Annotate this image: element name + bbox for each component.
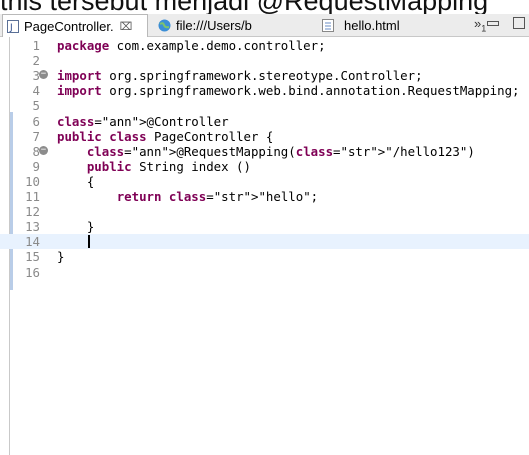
line-number: 3 <box>32 68 40 84</box>
fold-toggle-icon[interactable]: − <box>39 70 48 80</box>
code-line[interactable]: 7 public class PageController { <box>0 129 529 144</box>
code-text: class="ann">@RequestMapping(class="str">… <box>86 143 475 159</box>
line-number: 12 <box>25 204 40 220</box>
code-text: package com.example.demo.controller; <box>57 38 326 53</box>
line-number: 5 <box>32 98 40 114</box>
line-number: 13 <box>25 219 40 235</box>
editor-tab-bar: J PageController. ⌧ file:///Users/b hell… <box>0 14 529 38</box>
tab-label: file:///Users/b <box>176 17 252 33</box>
code-text: { <box>57 173 95 189</box>
code-line[interactable]: 1 package com.example.demo.controller; <box>0 38 529 53</box>
tab-label: hello.html <box>344 17 400 33</box>
code-text: class="ann">@Controller <box>57 113 229 129</box>
tab-overflow-button[interactable]: »1 <box>474 16 486 34</box>
code-line[interactable]: 11 return class="str">"hello"; <box>0 189 529 204</box>
caption-text: this tersebut menjadi @RequestMapping <box>0 0 529 14</box>
code-text: public class PageController { <box>57 128 274 144</box>
code-line[interactable]: 8− class="ann">@RequestMapping(class="st… <box>0 144 529 159</box>
line-number: 15 <box>25 249 40 265</box>
line-number: 14 <box>25 234 40 250</box>
code-line[interactable]: 12 <box>0 204 529 219</box>
java-file-icon: J <box>7 20 19 33</box>
line-number: 6 <box>32 113 40 129</box>
line-number: 2 <box>32 53 40 69</box>
svg-text:J: J <box>9 23 13 33</box>
overflow-count: 1 <box>481 23 487 34</box>
line-number: 16 <box>25 264 40 280</box>
line-number: 7 <box>32 128 40 144</box>
code-text: } <box>57 219 95 235</box>
minimize-icon[interactable] <box>487 20 499 26</box>
code-text: return class="str">"hello"; <box>116 189 319 204</box>
line-number: 4 <box>32 83 40 99</box>
code-line[interactable]: 5 <box>0 98 529 113</box>
tab-label: PageController. <box>24 19 114 34</box>
code-text: import org.springframework.stereotype.Co… <box>57 68 423 84</box>
tab-page-controller[interactable]: J PageController. ⌧ <box>2 14 148 38</box>
code-text: import org.springframework.web.bind.anno… <box>57 83 520 99</box>
line-number: 11 <box>25 189 40 204</box>
tab-browser[interactable]: file:///Users/b <box>158 14 252 36</box>
code-line[interactable]: 2 <box>0 53 529 68</box>
code-text: } <box>57 249 65 265</box>
code-line[interactable]: 15} <box>0 249 529 264</box>
line-number: 1 <box>32 38 40 53</box>
fold-toggle-icon[interactable]: − <box>39 145 48 155</box>
code-line[interactable]: 14 <box>0 234 529 250</box>
code-text: public String index () <box>86 158 251 174</box>
code-line[interactable]: 16 <box>0 265 529 280</box>
window-controls <box>487 17 525 29</box>
code-line[interactable]: 4 import org.springframework.web.bind.ann… <box>0 83 529 98</box>
globe-icon <box>158 19 171 31</box>
line-number: 9 <box>32 158 40 174</box>
code-line[interactable]: 6 class="ann">@Controller <box>0 114 529 129</box>
text-caret <box>88 235 90 249</box>
code-line[interactable]: 13 } <box>0 219 529 234</box>
line-number: 10 <box>25 173 40 189</box>
maximize-icon[interactable] <box>513 17 525 29</box>
code-line[interactable]: 10 { <box>0 174 529 189</box>
code-line[interactable]: 9 public String index () <box>0 159 529 174</box>
code-line[interactable]: 3− import org.springframework.stereotype.… <box>0 68 529 83</box>
html-file-icon <box>322 18 334 32</box>
line-number: 8 <box>32 143 40 159</box>
tab-hello-html[interactable]: hello.html <box>322 14 400 36</box>
close-icon[interactable]: ⌧ <box>120 20 133 33</box>
